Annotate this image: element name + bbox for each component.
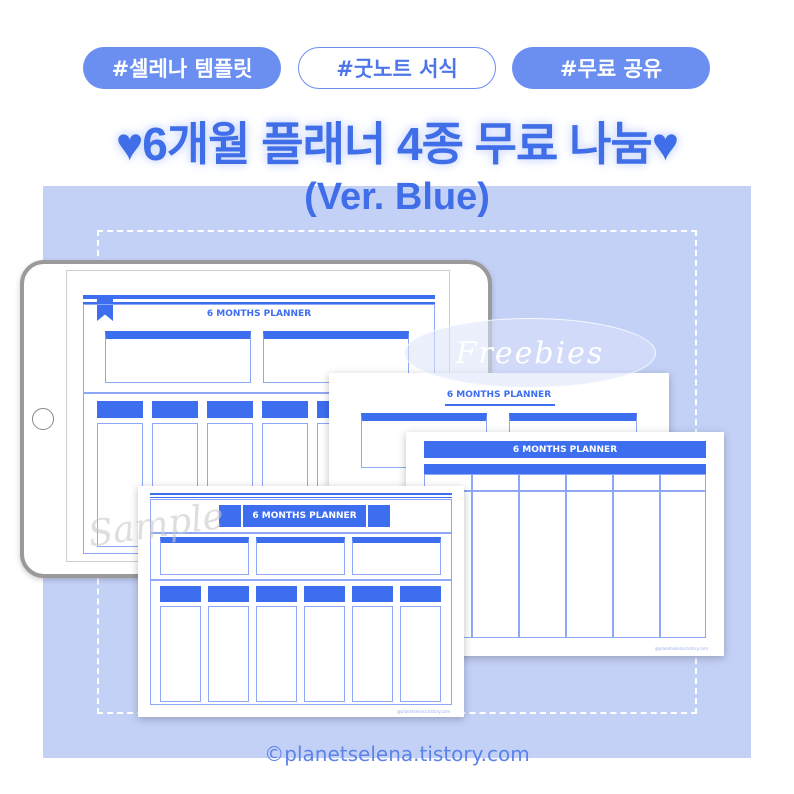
column-divider: [659, 474, 661, 638]
column-header: [208, 586, 249, 602]
column-divider: [518, 474, 520, 638]
column-divider: [471, 474, 473, 638]
page-title: ♥6개월 플래너 4종 무료 나눔♥: [115, 118, 679, 170]
column-header: [207, 401, 253, 418]
column-header: [152, 401, 198, 418]
footer-credit: ©planetselena.tistory.com: [264, 742, 530, 766]
tag-selena-template: #셀레나 템플릿: [83, 47, 281, 89]
home-button-icon: [32, 408, 54, 430]
column-box: [400, 606, 441, 702]
column-divider: [565, 474, 567, 638]
column-header: [160, 586, 201, 602]
column-header: [256, 586, 297, 602]
column-box: [304, 606, 345, 702]
page-subtitle: (Ver. Blue): [304, 176, 490, 218]
column-divider: [612, 474, 614, 638]
sheet-credit: @planetselena.tistory.com: [654, 646, 708, 651]
column-box: [256, 606, 297, 702]
column-header: [352, 586, 393, 602]
column-header: [262, 401, 308, 418]
freebies-badge: Freebies: [404, 318, 656, 388]
planner-title: 6 MONTHS PLANNER: [243, 505, 366, 527]
sheet-credit: @planetselena.tistory.com: [396, 709, 450, 714]
column-box: [208, 606, 249, 702]
column-header: [97, 401, 143, 418]
column-box: [352, 606, 393, 702]
column-box: [160, 606, 201, 702]
column-header: [400, 586, 441, 602]
planner-title: 6 MONTHS PLANNER: [446, 390, 552, 400]
tag-free-share: #무료 공유: [512, 47, 710, 89]
planner-title: 6 MONTHS PLANNER: [424, 441, 706, 458]
row-divider: [424, 490, 706, 492]
planner-title: 6 MONTHS PLANNER: [206, 309, 312, 319]
tag-goodnotes-format: #굿노트 서식: [298, 47, 496, 89]
column-header: [304, 586, 345, 602]
